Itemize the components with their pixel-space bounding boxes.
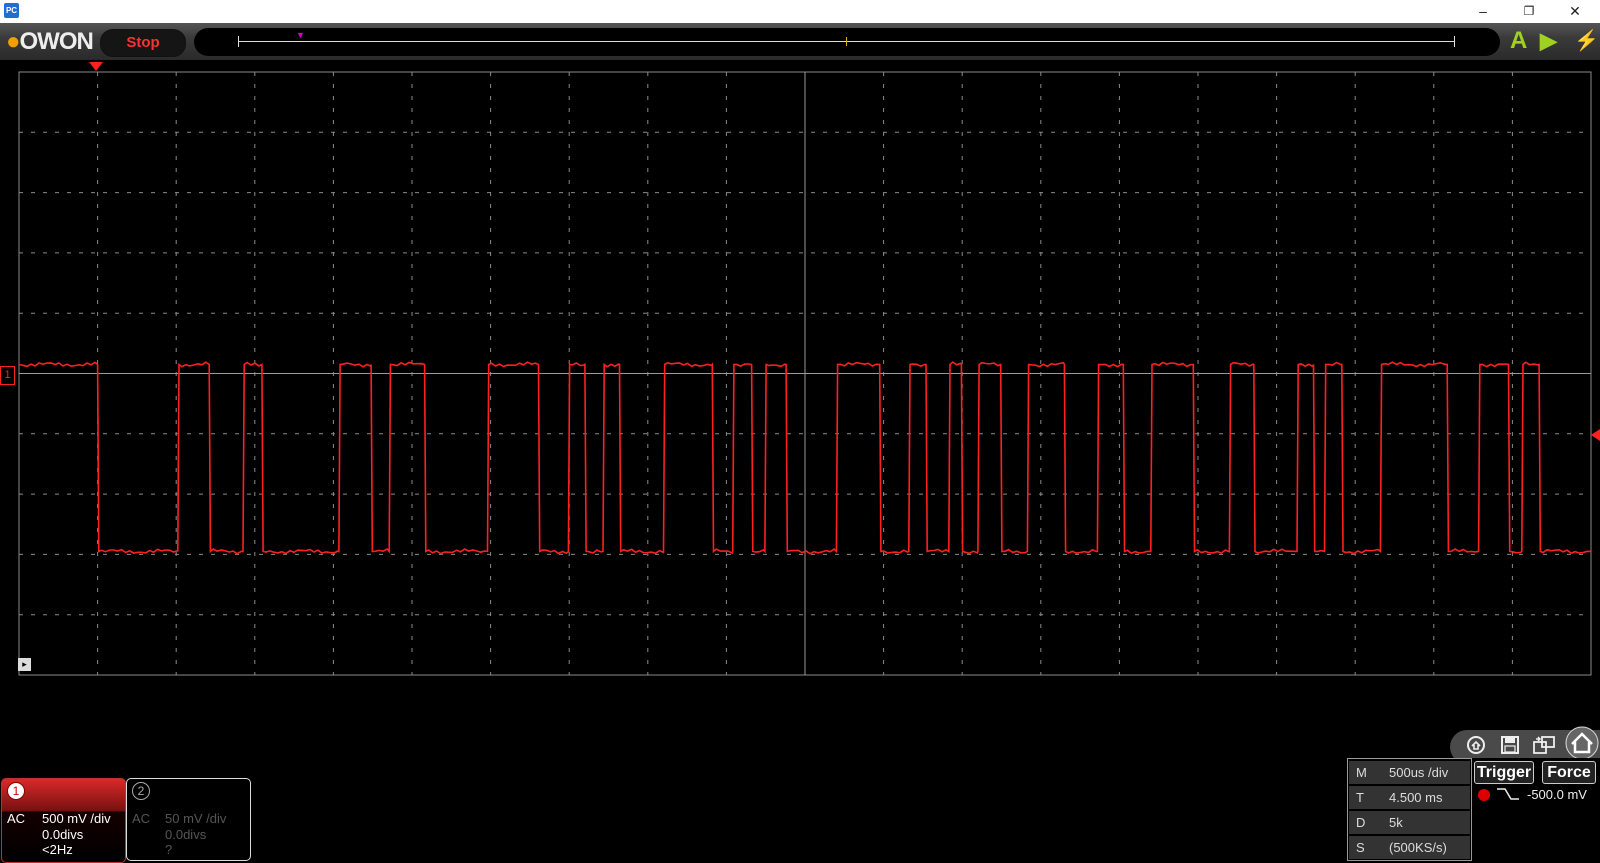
run-stop-button[interactable]: Stop <box>100 29 186 57</box>
overview-right-bound <box>1454 36 1455 47</box>
trigger-button[interactable]: Trigger <box>1474 761 1534 784</box>
home-icon[interactable] <box>1564 726 1600 762</box>
sample-rate-row: S (500KS/s) <box>1349 836 1470 859</box>
trigger-position-marker[interactable] <box>89 62 103 71</box>
menu-toggle-icon[interactable]: ▸ <box>18 658 31 671</box>
oscilloscope-screen[interactable] <box>0 60 1600 680</box>
ch1-scale: 500 mV /div <box>42 811 111 826</box>
ch1-coupling: AC <box>7 811 26 826</box>
timebase-row: M 500us /div <box>1349 761 1470 784</box>
waveform-overview-bar[interactable]: ▼ <box>194 28 1500 56</box>
ch1-frequency: <2Hz <box>42 842 73 857</box>
row-value: 5k <box>1389 815 1403 830</box>
trigger-level-marker[interactable] <box>1591 429 1600 441</box>
force-button[interactable]: Force <box>1542 761 1596 784</box>
overview-center-mark <box>846 37 847 46</box>
row-key: T <box>1356 790 1364 805</box>
title-bar: PC – ❐ ✕ <box>0 0 1600 23</box>
trigger-time-row: T 4.500 ms <box>1349 786 1470 809</box>
falling-edge-icon <box>1496 786 1520 805</box>
owon-logo: ●OWON <box>6 28 94 55</box>
trigger-level: -500.0 mV <box>1527 787 1587 802</box>
ch1-offset: 0.0divs <box>42 827 84 842</box>
window-icon[interactable] <box>1530 734 1558 760</box>
ch1-number-icon: 1 <box>7 782 25 800</box>
ch2-offset: 0.0divs <box>165 827 207 842</box>
run-icon[interactable]: ▶ <box>1540 27 1557 55</box>
ch1-panel[interactable]: 1 AC 500 mV /div 0.0divs <2Hz <box>1 778 126 863</box>
force-icon[interactable]: ⚡ <box>1574 27 1599 55</box>
ch2-panel[interactable]: 2 AC 50 mV /div 0.0divs ? <box>126 778 251 861</box>
restore-button[interactable]: ❐ <box>1506 0 1552 23</box>
row-value: 500us /div <box>1389 765 1449 780</box>
row-value: (500KS/s) <box>1389 840 1447 855</box>
minimize-button[interactable]: – <box>1460 0 1506 23</box>
row-key: D <box>1356 815 1366 830</box>
overview-left-bound <box>238 36 239 47</box>
depth-row: D 5k <box>1349 811 1470 834</box>
auto-icon[interactable]: A <box>1510 27 1527 55</box>
overview-trigger-marker: ▼ <box>296 30 305 40</box>
app-icon: PC <box>4 3 19 18</box>
ch2-frequency: ? <box>165 842 173 857</box>
auto-setup-icon[interactable] <box>1462 734 1490 760</box>
ch2-coupling: AC <box>132 811 151 826</box>
row-key: S <box>1356 840 1365 855</box>
ch2-scale: 50 mV /div <box>165 811 227 826</box>
timebase-panel[interactable]: M 500us /div T 4.500 ms D 5k S (500KS/s) <box>1347 758 1472 861</box>
close-button[interactable]: ✕ <box>1552 0 1598 23</box>
row-key: M <box>1356 765 1367 780</box>
ch1-position-marker[interactable]: 1 <box>0 366 15 385</box>
logo-text: OWON <box>19 28 94 55</box>
trigger-source-icon <box>1478 789 1490 801</box>
save-icon[interactable] <box>1496 734 1524 760</box>
row-value: 4.500 ms <box>1389 790 1443 805</box>
toolbar: ●OWON Stop ▼ A ▶ ⚡ <box>0 23 1600 60</box>
ch2-number-icon: 2 <box>132 782 150 800</box>
trigger-panel: Trigger Force -500.0 mV <box>1472 758 1600 859</box>
